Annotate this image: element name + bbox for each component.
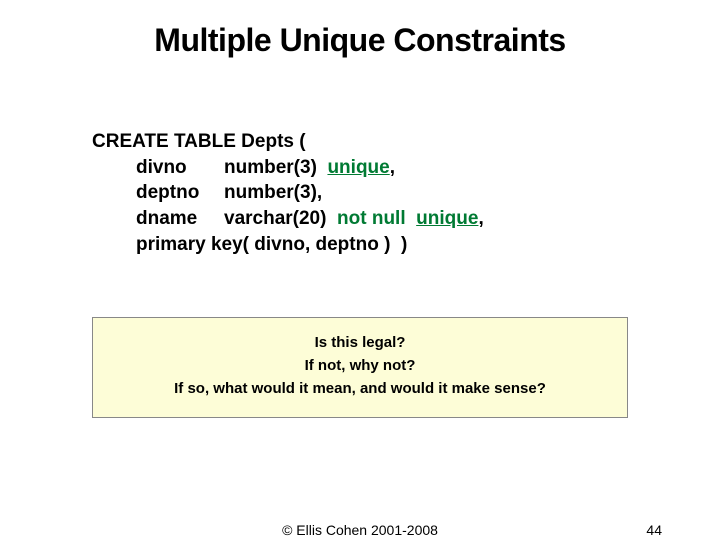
keyword-unique-1: unique [327, 157, 389, 178]
comma-2: , [478, 208, 483, 229]
type-deptno: number(3), [224, 182, 322, 203]
col-deptno: deptno [136, 180, 224, 206]
sql-code-block: CREATE TABLE Depts ( divnonumber(3) uniq… [92, 129, 720, 257]
type-dname: varchar(20) [224, 208, 337, 229]
slide-title: Multiple Unique Constraints [0, 0, 720, 59]
type-divno: number(3) [224, 157, 327, 178]
question-1: Is this legal? [101, 334, 619, 351]
col-dname: dname [136, 206, 224, 232]
keyword-notnull: not null [337, 208, 416, 229]
question-3: If so, what would it mean, and would it … [101, 380, 619, 397]
code-line-3: deptnonumber(3), [92, 180, 720, 206]
copyright-text: © Ellis Cohen 2001-2008 [282, 522, 438, 538]
code-line-1: CREATE TABLE Depts ( [92, 129, 720, 155]
question-2: If not, why not? [101, 357, 619, 374]
keyword-unique-2: unique [416, 208, 478, 229]
primary-key-line: primary key( divno, deptno ) ) [136, 234, 407, 255]
col-divno: divno [136, 155, 224, 181]
question-box: Is this legal? If not, why not? If so, w… [92, 317, 628, 418]
code-line-2: divnonumber(3) unique, [92, 155, 720, 181]
code-line-4: dnamevarchar(20) not null unique, [92, 206, 720, 232]
page-number: 44 [646, 522, 662, 538]
comma-1: , [390, 157, 395, 178]
code-line-5: primary key( divno, deptno ) ) [92, 232, 720, 258]
